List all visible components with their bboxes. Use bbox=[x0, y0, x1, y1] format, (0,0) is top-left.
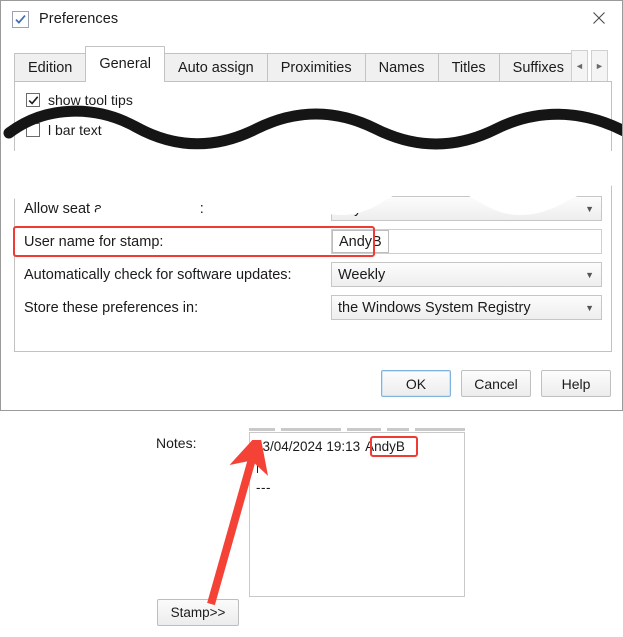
option-label: User name for stamp: bbox=[24, 233, 164, 250]
combobox-value: the Windows System Registry bbox=[338, 299, 531, 316]
dialog-title-bar: Preferences bbox=[1, 1, 622, 37]
option-label: Automatically check for software updates… bbox=[24, 266, 292, 283]
checkbox-show-tool-tips[interactable]: show tool tips bbox=[26, 92, 133, 108]
tab-scroll-controls: ◄ ► bbox=[568, 50, 608, 82]
checkbox-indicator-unchecked bbox=[26, 123, 40, 137]
preferences-dialog: Preferences Edition General Auto assign … bbox=[0, 0, 623, 411]
checkbox-label: l bar text bbox=[48, 122, 102, 138]
text-cursor bbox=[257, 460, 258, 473]
notes-clipped-row-strip bbox=[249, 424, 465, 431]
notes-stamp-user: AndyB bbox=[365, 439, 405, 454]
combobox-value: Weekly bbox=[338, 266, 386, 283]
textbox-user-name-for-stamp-container[interactable]: AndyB bbox=[331, 229, 602, 254]
tab-edition[interactable]: Edition bbox=[14, 53, 87, 82]
tab-proximities[interactable]: Proximities bbox=[266, 53, 366, 82]
page-title: Preferences bbox=[39, 11, 119, 27]
tab-list: Edition General Auto assign Proximities … bbox=[14, 46, 578, 82]
checkbox-label: show tool tips bbox=[48, 92, 133, 108]
tab-general[interactable]: General bbox=[85, 46, 165, 82]
option-row-seat-assignment: Allow seat a ent with RSVP: any ▼ bbox=[24, 196, 602, 221]
tab-titles[interactable]: Titles bbox=[437, 53, 500, 82]
option-row-store-preferences: Store these preferences in: the Windows … bbox=[24, 295, 602, 320]
help-button[interactable]: Help bbox=[541, 370, 611, 397]
notes-stamp-date: 03/04/2024 19:13 bbox=[255, 439, 361, 454]
cancel-button[interactable]: Cancel bbox=[461, 370, 531, 397]
checkbox-check-icon bbox=[12, 10, 29, 28]
user-name-for-stamp-input[interactable]: AndyB bbox=[332, 230, 389, 253]
chevron-down-icon: ▼ bbox=[585, 269, 594, 280]
notes-stamp-line: 03/04/2024 19:13 AndyB bbox=[255, 439, 405, 454]
tab-auto-assign[interactable]: Auto assign bbox=[163, 53, 268, 82]
tab-strip: Edition General Auto assign Proximities … bbox=[14, 46, 612, 82]
option-label: Allow seat a ent with RSVP: bbox=[24, 200, 204, 217]
checkbox-bar-text[interactable]: l bar text bbox=[26, 122, 102, 138]
chevron-down-icon: ▼ bbox=[585, 203, 594, 214]
dialog-button-row: OK Cancel Help bbox=[381, 370, 611, 397]
checkbox-indicator-checked bbox=[26, 93, 40, 107]
tab-suffixes[interactable]: Suffixes bbox=[498, 53, 578, 82]
stamp-button[interactable]: Stamp>> bbox=[157, 599, 239, 626]
combobox-store-preferences[interactable]: the Windows System Registry ▼ bbox=[331, 295, 602, 320]
combobox-seat-assignment[interactable]: any ▼ bbox=[331, 196, 602, 221]
tab-panel-general: show tool tips l bar text Allow seat a e… bbox=[14, 81, 612, 352]
option-label: Store these preferences in: bbox=[24, 299, 199, 316]
ok-button[interactable]: OK bbox=[381, 370, 451, 397]
notes-separator: --- bbox=[256, 480, 271, 495]
tab-scroll-right-icon[interactable]: ► bbox=[591, 50, 608, 82]
close-icon[interactable] bbox=[576, 1, 622, 35]
tab-scroll-left-icon[interactable]: ◄ bbox=[571, 50, 588, 82]
option-row-user-name-for-stamp: User name for stamp: AndyB bbox=[24, 229, 602, 254]
combobox-value: any bbox=[338, 200, 362, 217]
combobox-software-updates[interactable]: Weekly ▼ bbox=[331, 262, 602, 287]
notes-label: Notes: bbox=[156, 435, 197, 451]
chevron-down-icon: ▼ bbox=[585, 302, 594, 313]
option-row-software-updates: Automatically check for software updates… bbox=[24, 262, 602, 287]
notes-textarea[interactable]: 03/04/2024 19:13 AndyB --- bbox=[249, 432, 465, 597]
tab-names[interactable]: Names bbox=[364, 53, 439, 82]
